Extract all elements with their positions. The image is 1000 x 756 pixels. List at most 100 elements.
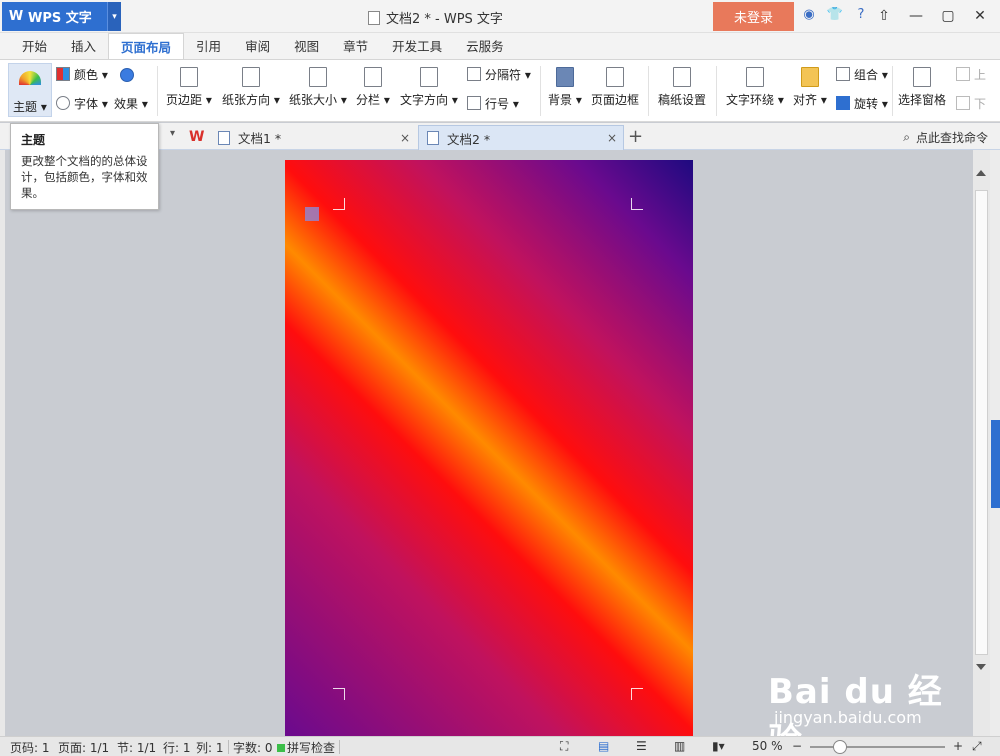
bring-up-icon [956,67,970,81]
doc-tab-1-label: 文档1 * [238,131,282,146]
text-wrap-icon [745,67,764,87]
tab-5[interactable]: 视图 [282,33,331,60]
separator-button[interactable]: 分隔符 ▾ [467,66,531,83]
page-border-button[interactable]: 页面边框 [591,67,639,108]
status-page[interactable]: 页面: 1/1 [58,739,109,756]
tab-0[interactable]: 开始 [10,33,59,60]
tooltip-body: 更改整个文档的的总体设计，包括颜色，字体和效果。 [21,154,148,200]
web-view-icon[interactable]: ▥ [674,739,685,753]
paper-size-button[interactable]: 纸张大小 ▾ [289,67,347,108]
status-row[interactable]: 行: 1 [163,739,191,756]
theme-button[interactable]: 主题 ▾ [8,63,52,117]
vertical-scrollbar[interactable] [973,150,990,736]
orientation-button[interactable]: 纸张方向 ▾ [222,67,280,108]
orientation-label: 纸张方向 ▾ [222,93,280,107]
color-button[interactable]: 颜色 ▾ [56,66,108,83]
bring-up-button[interactable]: 上 [956,66,986,83]
tab-7[interactable]: 开发工具 [380,33,454,60]
zoom-level[interactable]: 50 % [752,739,783,753]
crop-mark-bottom-right [631,688,643,700]
close-tab-2-icon[interactable]: × [607,131,617,145]
new-tab-button[interactable]: + [628,126,643,147]
text-direction-label: 文字方向 ▾ [400,93,458,107]
close-button[interactable]: ✕ [966,4,994,28]
tab-3[interactable]: 引用 [184,33,233,60]
group-button[interactable]: 组合 ▾ [836,66,888,83]
zoom-in-button[interactable]: + [953,739,963,753]
selection-pane-label: 选择窗格 [898,93,947,107]
theme-tooltip: 主题 更改整个文档的的总体设计，包括颜色，字体和效果。 [10,123,159,210]
status-words[interactable]: 字数: 0 [233,739,273,756]
scroll-down-icon[interactable] [976,664,986,670]
login-button[interactable]: 未登录 [713,2,794,31]
close-tab-1-icon[interactable]: × [400,131,410,145]
background-label: 背景 ▾ [548,93,582,107]
selection-pane-button[interactable]: 选择窗格 [898,67,946,108]
text-wrap-button[interactable]: 文字环绕 ▾ [726,67,784,108]
group-icon [836,67,850,81]
outline-view-icon[interactable]: ☰ [636,739,647,753]
app-menu-caret[interactable]: ▾ [107,2,121,31]
full-screen-icon[interactable]: ⛶ [560,739,568,754]
text-direction-button[interactable]: 文字方向 ▾ [400,67,458,108]
spell-check-label: 拼写检查 [287,741,336,755]
zoom-out-button[interactable]: − [792,739,802,753]
minimize-button[interactable]: — [902,4,930,28]
align-button[interactable]: 对齐 ▾ [793,67,827,108]
doc-tab-2[interactable]: 文档2 * × [418,125,624,150]
page-view-icon[interactable]: ▤ [598,739,609,753]
doc-tab-1[interactable]: 文档1 * × [210,125,416,150]
rotate-button[interactable]: 旋转 ▾ [836,95,888,112]
zoom-slider-thumb[interactable] [833,740,847,754]
shirt-icon[interactable]: 👕 [826,6,844,24]
tab-2[interactable]: 页面布局 [108,33,185,60]
color-grid-icon [56,67,70,81]
theme-label: 主题 ▾ [13,100,47,114]
manuscript-button[interactable]: 稿纸设置 [658,67,706,108]
ribbon-page-layout: 主题 ▾ 颜色 ▾ 字体 ▾ 效果 ▾ 页边距 ▾ 纸张方向 ▾ 纸张大小 ▾ … [0,59,1000,122]
app-menu-button[interactable]: W WPS 文字 ▾ [2,2,121,31]
line-number-icon [467,96,481,110]
maximize-button[interactable]: ▢ [934,4,962,28]
crop-mark-top-right [631,198,643,210]
effect-button[interactable]: 效果 ▾ [114,95,148,112]
restore-to-top-button[interactable]: ⇧ [870,4,898,28]
font-button[interactable]: 字体 ▾ [56,95,108,112]
page-border-icon [606,67,624,87]
columns-icon [363,67,382,87]
fit-window-icon[interactable]: ⤢ [972,739,982,754]
page-anchor-icon [305,207,319,221]
side-panel-strip [990,150,1000,736]
background-button[interactable]: 背景 ▾ [548,67,582,108]
tab-8[interactable]: 云服务 [454,33,516,60]
tab-list-caret-icon[interactable]: ▾ [170,128,175,139]
line-number-button[interactable]: 行号 ▾ [467,95,519,112]
status-col[interactable]: 列: 1 [196,739,224,756]
effect-icon-button[interactable] [120,68,138,83]
font-t-icon [56,96,70,110]
zoom-slider[interactable] [810,746,945,748]
tab-6[interactable]: 章节 [331,33,380,60]
wps-w-icon[interactable]: W [189,129,204,145]
columns-button[interactable]: 分栏 ▾ [356,67,390,108]
find-command-label: 点此查找命令 [915,131,988,145]
tab-1[interactable]: 插入 [59,33,108,60]
status-page-code[interactable]: 页码: 1 [10,739,50,756]
app-name: WPS 文字 [28,11,92,26]
find-command[interactable]: ⌕ 点此查找命令 [903,129,988,146]
scroll-up-icon[interactable] [976,170,986,176]
text-direction-icon [419,67,438,87]
send-down-button[interactable]: 下 [956,95,986,112]
skin-icon[interactable]: ◉ [800,6,818,24]
help-icon[interactable]: ? [852,6,870,24]
crop-mark-bottom-left [333,688,345,700]
margins-button[interactable]: 页边距 ▾ [166,67,212,108]
reading-mode-icon[interactable]: ▮▾ [712,739,725,753]
tab-4[interactable]: 审阅 [233,33,282,60]
spell-check[interactable]: 拼写检查 [277,739,335,756]
columns-label: 分栏 ▾ [356,93,390,107]
side-panel-toggle[interactable] [991,420,1000,508]
status-section[interactable]: 节: 1/1 [117,739,156,756]
document-page[interactable] [285,160,693,736]
scrollbar-thumb[interactable] [975,190,988,655]
